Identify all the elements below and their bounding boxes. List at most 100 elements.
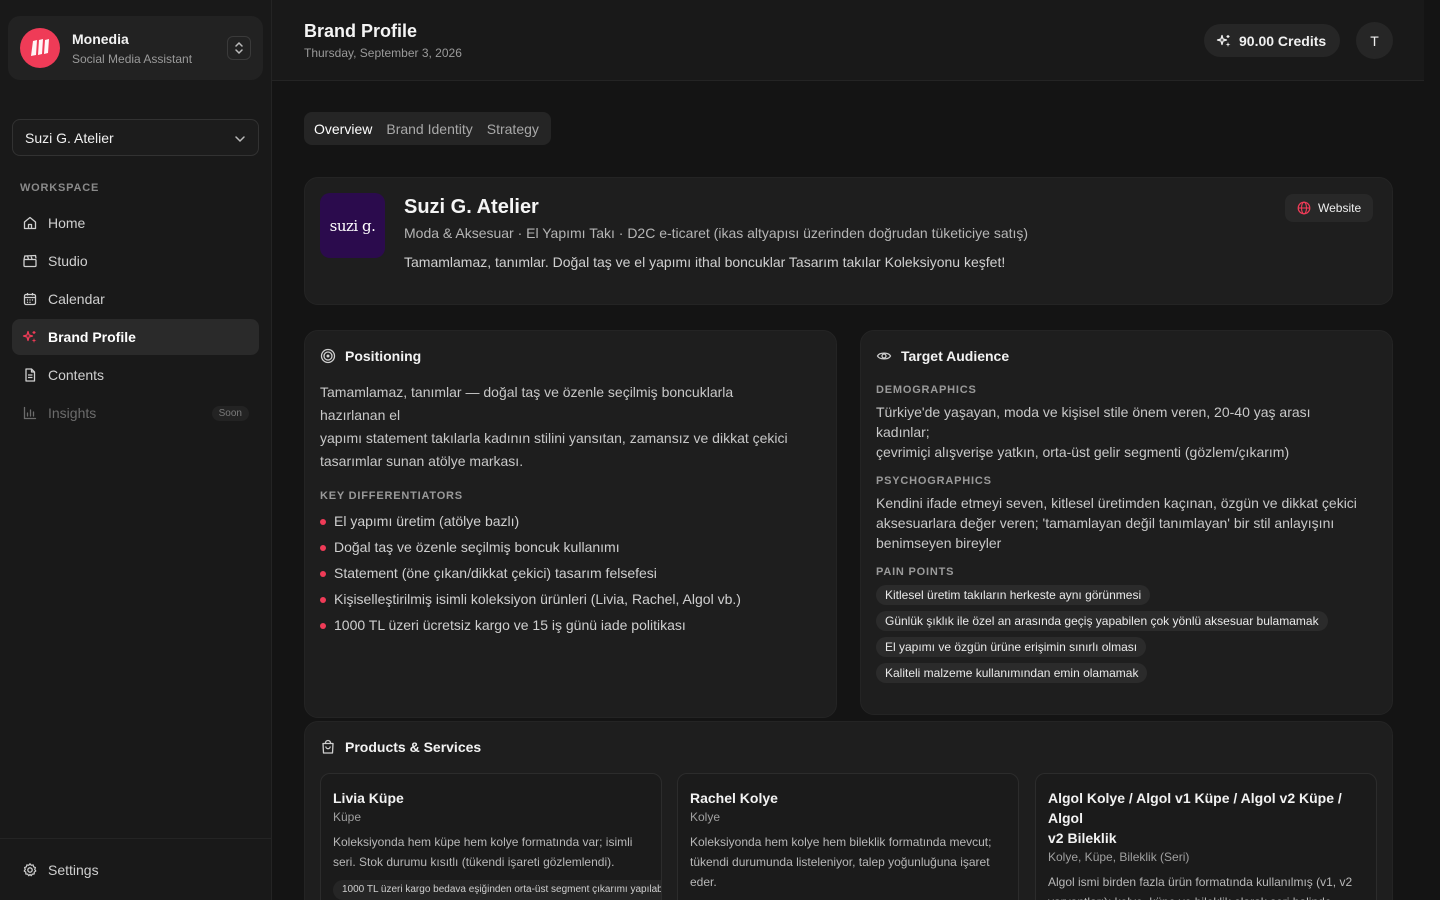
sidebar-item-home[interactable]: Home xyxy=(12,205,259,241)
tab-bar: Overview Brand Identity Strategy xyxy=(304,112,551,145)
pain-point-chip: Günlük şıklık ile özel an arasında geçiş… xyxy=(876,611,1328,631)
pain-points-list: Kitlesel üretim takıların herkeste aynı … xyxy=(876,585,1386,689)
target-icon xyxy=(320,348,336,364)
app-subtitle: Social Media Assistant xyxy=(72,51,193,66)
target-audience-title: Target Audience xyxy=(876,348,1009,364)
demographics-text: Türkiye'de yaşayan, moda ve kişisel stil… xyxy=(876,402,1386,462)
workspace-select-value: Suzi G. Atelier xyxy=(25,129,114,146)
demographics-line: kadınlar; xyxy=(876,424,930,440)
document-icon xyxy=(22,367,38,383)
credits-label: 90.00 Credits xyxy=(1239,32,1327,49)
chevron-down-icon xyxy=(234,130,246,146)
sidebar-nav: Home Studio Calendar Brand Profile Conte… xyxy=(12,205,259,433)
demographics-label: DEMOGRAPHICS xyxy=(876,384,977,396)
app-switcher[interactable]: Monedia Social Media Assistant xyxy=(8,16,263,80)
website-label: Website xyxy=(1318,201,1362,215)
product-type: Kolye xyxy=(690,810,721,824)
tab-brand-identity[interactable]: Brand Identity xyxy=(380,116,478,142)
sidebar-item-label: Studio xyxy=(48,253,88,269)
positioning-text-line: yapımı statement takılarla kadının stili… xyxy=(320,430,788,446)
product-name-line: Algol Kolye / Algol v1 Küpe / Algol v2 K… xyxy=(1048,790,1342,806)
product-description-line: Koleksiyonda hem kolye hem bileklik form… xyxy=(690,835,992,849)
product-note-chip: 1000 TL üzeri kargo bedava eşiğinden ort… xyxy=(333,880,661,900)
website-button[interactable]: Website xyxy=(1285,194,1374,222)
positioning-card: Positioning Tamamlamaz, tanımlar — doğal… xyxy=(304,330,837,718)
globe-icon xyxy=(1297,201,1311,215)
positioning-text: Tamamlamaz, tanımlar — doğal taş ve özen… xyxy=(320,381,820,473)
settings-button[interactable]: Settings xyxy=(22,862,99,878)
app-name: Monedia xyxy=(72,30,129,47)
workspace-select[interactable]: Suzi G. Atelier xyxy=(12,119,259,156)
product-name-line: Algol xyxy=(1048,810,1083,826)
product-description-line: Koleksiyonda hem küpe hem kolye formatın… xyxy=(333,835,633,849)
positioning-text-line: Tamamlamaz, tanımlar — doğal taş ve özen… xyxy=(320,384,734,400)
tab-overview[interactable]: Overview xyxy=(308,116,378,142)
list-item: Statement (öne çıkan/dikkat çekici) tasa… xyxy=(320,563,830,589)
brand-tagline: Tamamlamaz, tanımlar. Doğal taş ve el ya… xyxy=(404,254,1006,270)
shopping-bag-icon xyxy=(320,739,336,755)
psychographics-line: aksesuarlara değer veren; 'tamamlayan de… xyxy=(876,515,1335,531)
product-card-algol[interactable]: Algol Kolye / Algol v1 Küpe / Algol v2 K… xyxy=(1035,773,1377,900)
sidebar-item-label: Calendar xyxy=(48,291,105,307)
positioning-title-text: Positioning xyxy=(345,348,422,364)
product-description: Algol ismi birden fazla ürün formatında … xyxy=(1048,872,1368,900)
sidebar-item-calendar[interactable]: Calendar xyxy=(12,281,259,317)
brand-category: Moda & Aksesuar · El Yapımı Takı · D2C e… xyxy=(404,225,1029,241)
list-item: 1000 TL üzeri ücretsiz kargo ve 15 iş gü… xyxy=(320,615,830,641)
eye-icon xyxy=(876,348,892,364)
sidebar-item-label: Insights xyxy=(48,405,97,421)
sidebar-item-insights: Insights Soon xyxy=(12,395,259,431)
chevron-updown-icon[interactable] xyxy=(227,36,251,60)
page-title: Brand Profile xyxy=(304,21,418,41)
calendar-icon xyxy=(22,291,38,307)
psychographics-line: Kendini ifade etmeyi seven, kitlesel üre… xyxy=(876,495,1357,511)
pain-point-chip: Kitlesel üretim takıların herkeste aynı … xyxy=(876,585,1151,605)
product-name: Algol Kolye / Algol v1 Küpe / Algol v2 K… xyxy=(1048,788,1368,848)
product-description-line: varyantları); kolye, küpe ve bileklik ol… xyxy=(1048,892,1368,900)
product-description: Koleksiyonda hem kolye hem bileklik form… xyxy=(690,832,1010,892)
product-card-livia[interactable]: Livia Küpe Küpe Koleksiyonda hem küpe he… xyxy=(320,773,662,900)
product-type: Kolye, Küpe, Bileklik (Seri) xyxy=(1048,850,1190,864)
page-date: Thursday, September 3, 2026 xyxy=(304,46,462,60)
psychographics-line: benimseyen bireyler xyxy=(876,535,1002,551)
positioning-title: Positioning xyxy=(320,348,421,364)
sidebar-item-label: Brand Profile xyxy=(48,329,136,345)
tab-strategy[interactable]: Strategy xyxy=(481,116,545,142)
avatar[interactable]: T xyxy=(1356,22,1393,59)
credits-button[interactable]: 90.00 Credits xyxy=(1204,24,1341,57)
brand-logo-text: suzi g. xyxy=(329,216,376,235)
key-differentiators-list: El yapımı üretim (atölye bazlı) Doğal ta… xyxy=(320,511,830,641)
sidebar-item-studio[interactable]: Studio xyxy=(12,243,259,279)
products-title-text: Products & Services xyxy=(345,739,482,755)
product-description-line: eder. xyxy=(690,875,717,889)
sidebar: Monedia Social Media Assistant Suzi G. A… xyxy=(0,0,272,900)
sidebar-item-contents[interactable]: Contents xyxy=(12,357,259,393)
product-description-line: seri. Stok durumu kısıtlı (tükendi işare… xyxy=(333,855,615,869)
psychographics-text: Kendini ifade etmeyi seven, kitlesel üre… xyxy=(876,493,1386,553)
product-description-line: tükendi durumunda listeleniyor, talep yo… xyxy=(690,855,990,869)
scrollbar[interactable] xyxy=(1424,0,1440,900)
soon-badge: Soon xyxy=(211,405,249,421)
product-type: Küpe xyxy=(333,810,362,824)
list-item: El yapımı üretim (atölye bazlı) xyxy=(320,511,830,537)
positioning-text-line: tasarımlar sunan atölye markası. xyxy=(320,453,524,469)
product-name-line: v2 Bileklik xyxy=(1048,830,1117,846)
sparkles-icon xyxy=(1216,33,1232,49)
psychographics-label: PSYCHOGRAPHICS xyxy=(876,475,992,487)
product-card-rachel[interactable]: Rachel Kolye Kolye Koleksiyonda hem koly… xyxy=(677,773,1019,900)
list-item: Doğal taş ve özenle seçilmiş boncuk kull… xyxy=(320,537,830,563)
sidebar-item-brand-profile[interactable]: Brand Profile xyxy=(12,319,259,355)
product-description-line: Algol ismi birden fazla ürün formatında … xyxy=(1048,875,1353,889)
sidebar-item-label: Home xyxy=(48,215,86,231)
product-name: Livia Küpe xyxy=(333,790,404,806)
top-bar: Brand Profile Thursday, September 3, 202… xyxy=(272,0,1424,81)
clapperboard-icon xyxy=(22,253,38,269)
home-icon xyxy=(22,215,38,231)
gear-icon xyxy=(22,862,38,878)
list-item: Kişiselleştirilmiş isimli koleksiyon ürü… xyxy=(320,589,830,615)
nav-section-label: WORKSPACE xyxy=(20,182,100,194)
app-logo xyxy=(20,28,60,68)
brand-logo: suzi g. xyxy=(320,193,385,258)
product-description: Koleksiyonda hem küpe hem kolye formatın… xyxy=(333,832,653,872)
product-name: Rachel Kolye xyxy=(690,790,778,806)
